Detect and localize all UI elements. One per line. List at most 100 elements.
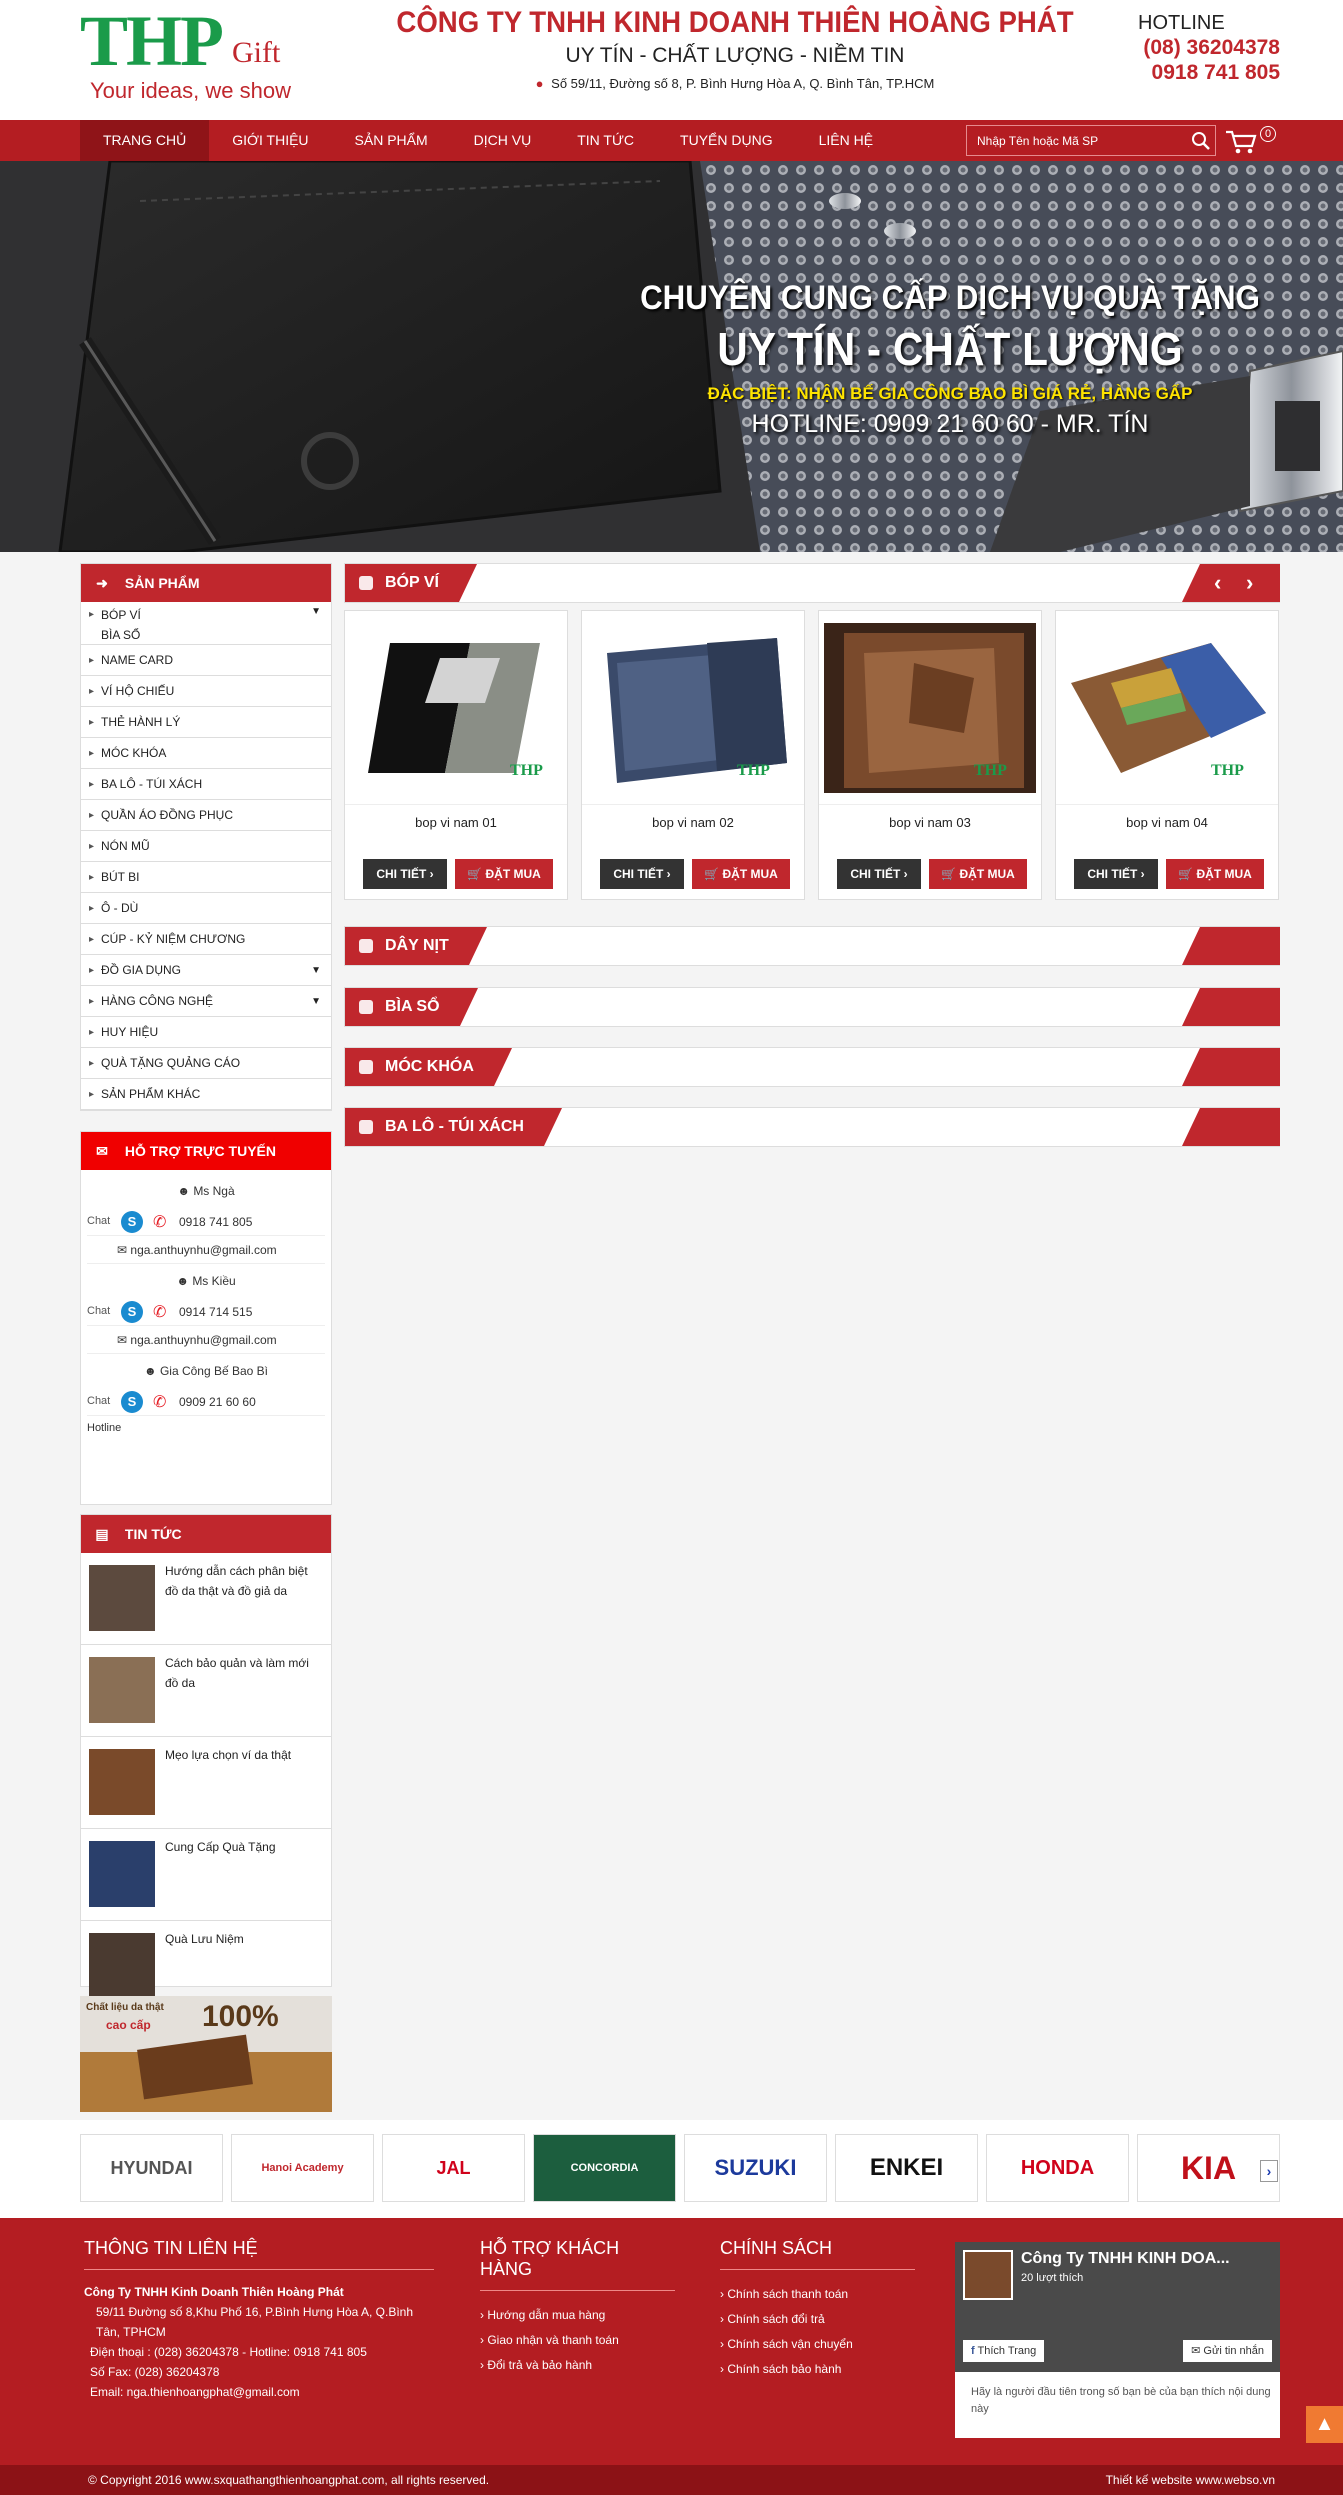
news-item[interactable]: Mẹo lựa chọn ví da thật — [81, 1737, 331, 1829]
hero-banner[interactable]: CHUYÊN CUNG CẤP DỊCH VỤ QUÀ TẶNG UY TÍN … — [0, 161, 1343, 552]
facebook-cover[interactable]: Công Ty TNHH KINH DOA... 20 lượt thích f… — [955, 2242, 1280, 2372]
footer-link[interactable]: Chính sách vận chuyển — [720, 2332, 915, 2357]
product-card[interactable]: THP bop vi nam 03 CHI TIẾT › 🛒 ĐẶT MUA — [818, 610, 1042, 900]
news-item[interactable]: Hướng dẫn cách phân biệt đồ da thật và đ… — [81, 1553, 331, 1645]
sidebar-item-quan-ao[interactable]: QUẦN ÁO ĐỒNG PHỤC — [81, 800, 331, 831]
product-detail-button[interactable]: CHI TIẾT › — [837, 859, 921, 889]
news-title[interactable]: Cung Cấp Quà Tặng — [165, 1837, 276, 1912]
sidebar-item-vi-ho-chieu[interactable]: VÍ HỘ CHIẾU — [81, 676, 331, 707]
sidebar-item-moc-khoa[interactable]: MÓC KHÓA — [81, 738, 331, 769]
footer-link[interactable]: Giao nhận và thanh toán — [480, 2328, 675, 2353]
facebook-avatar[interactable] — [963, 2250, 1013, 2300]
product-name[interactable]: bop vi nam 04 — [1056, 804, 1278, 830]
footer-link[interactable]: Đổi trả và bảo hành — [480, 2353, 675, 2378]
supporter-phone[interactable]: 0914 714 515 — [179, 1305, 252, 1319]
product-buy-button[interactable]: 🛒 ĐẶT MUA — [1166, 859, 1264, 889]
nav-item-services[interactable]: DỊCH VỤ — [451, 120, 555, 161]
nav-item-recruitment[interactable]: TUYỂN DỤNG — [657, 120, 796, 161]
facebook-page-name[interactable]: Công Ty TNHH KINH DOA... — [1021, 2250, 1230, 2268]
sidebar-item-do-gia-dung[interactable]: ĐỒ GIA DỤNG ▼ — [81, 955, 331, 986]
facebook-like-button[interactable]: f Thích Trang — [963, 2340, 1045, 2362]
news-item[interactable]: Cách bảo quản và làm mới đồ da — [81, 1645, 331, 1737]
back-to-top-button[interactable]: ▲ — [1306, 2406, 1343, 2443]
news-thumbnail[interactable] — [89, 1565, 155, 1631]
skype-icon[interactable]: S — [121, 1300, 143, 1323]
nav-item-contact[interactable]: LIÊN HỆ — [796, 120, 896, 161]
sidebar-item-o-du[interactable]: Ô - DÙ — [81, 893, 331, 924]
product-detail-button[interactable]: CHI TIẾT › — [363, 859, 447, 889]
product-image[interactable]: THP — [587, 623, 799, 793]
product-card[interactable]: THP bop vi nam 02 CHI TIẾT › 🛒 ĐẶT MUA — [581, 610, 805, 900]
search-input[interactable] — [967, 126, 1177, 155]
product-buy-button[interactable]: 🛒 ĐẶT MUA — [929, 859, 1027, 889]
search-button[interactable] — [1191, 131, 1211, 151]
partner-logo[interactable]: JAL — [382, 2134, 525, 2202]
nav-item-about[interactable]: GIỚI THIỆU — [209, 120, 331, 161]
sidebar-item-cup[interactable]: CÚP - KỶ NIỆM CHƯƠNG — [81, 924, 331, 955]
chat-button[interactable]: Chat — [87, 1306, 115, 1317]
chat-button[interactable]: Chat — [87, 1396, 115, 1407]
news-thumbnail[interactable] — [89, 1933, 155, 1999]
news-item[interactable]: Cung Cấp Quà Tặng — [81, 1829, 331, 1921]
news-title[interactable]: Mẹo lựa chọn ví da thật — [165, 1745, 291, 1820]
product-name[interactable]: bop vi nam 02 — [582, 804, 804, 830]
chat-button[interactable]: Chat — [87, 1216, 115, 1227]
partner-logo[interactable]: CONCORDIA — [533, 2134, 676, 2202]
news-title[interactable]: Quà Lưu Niệm — [165, 1929, 244, 2005]
sidebar-item-non-mu[interactable]: NÓN MŨ — [81, 831, 331, 862]
partner-logo[interactable]: SUZUKI — [684, 2134, 827, 2202]
sidebar-item-ba-lo[interactable]: BA LÔ - TÚI XÁCH — [81, 769, 331, 800]
sidebar-item-the-hanh-ly[interactable]: THẺ HÀNH LÝ — [81, 707, 331, 738]
product-buy-button[interactable]: 🛒 ĐẶT MUA — [692, 859, 790, 889]
chevron-left-icon[interactable]: ‹ — [1214, 570, 1221, 596]
designer-credit[interactable]: Thiết kế website www.webso.vn — [1106, 2465, 1275, 2495]
sidebar-ad-banner[interactable]: Chất liệu da thật cao cấp 100% — [80, 1996, 332, 2112]
cart-button[interactable]: 0 — [1224, 126, 1280, 156]
section-tab[interactable]: BÓP VÍ — [345, 564, 477, 602]
sidebar-item-qua-tang[interactable]: QUÀ TẶNG QUẢNG CÁO — [81, 1048, 331, 1079]
supporter-phone[interactable]: 0918 741 805 — [179, 1215, 252, 1229]
hotline-number-2[interactable]: 0918 741 805 — [1110, 60, 1280, 85]
nav-item-products[interactable]: SẢN PHẨM — [332, 120, 451, 161]
product-card[interactable]: THP bop vi nam 04 CHI TIẾT › 🛒 ĐẶT MUA — [1055, 610, 1279, 900]
sidebar-item-hang-cong-nghe[interactable]: HÀNG CÔNG NGHỆ ▼ — [81, 986, 331, 1017]
product-detail-button[interactable]: CHI TIẾT › — [1074, 859, 1158, 889]
section-tab[interactable]: MÓC KHÓA — [345, 1048, 512, 1086]
partner-logo[interactable]: HONDA — [986, 2134, 1129, 2202]
footer-link[interactable]: Chính sách đổi trả — [720, 2307, 915, 2332]
chevron-right-icon[interactable]: › — [1246, 570, 1253, 596]
product-image[interactable]: THP — [1061, 623, 1273, 793]
news-thumbnail[interactable] — [89, 1749, 155, 1815]
sidebar-item-bop-vi[interactable]: BÓP VÍ BÌA SỔ ▼ — [81, 602, 331, 645]
partner-logo[interactable]: HYUNDAI — [80, 2134, 223, 2202]
sidebar-item-but-bi[interactable]: BÚT BI — [81, 862, 331, 893]
site-logo[interactable]: THP Gift Your ideas, we show — [80, 1, 320, 106]
carousel-next-button[interactable]: › — [1260, 2160, 1278, 2182]
sidebar-item-name-card[interactable]: NAME CARD — [81, 645, 331, 676]
section-tab[interactable]: DÂY NỊT — [345, 927, 487, 965]
partner-logo[interactable]: Hanoi Academy — [231, 2134, 374, 2202]
product-image[interactable]: THP — [824, 623, 1036, 793]
news-thumbnail[interactable] — [89, 1841, 155, 1907]
footer-email[interactable]: Email: nga.thienhoangphat@gmail.com — [84, 2382, 434, 2402]
sidebar-item-label[interactable]: BÌA SỔ — [101, 625, 331, 645]
section-tab[interactable]: BÌA SỔ — [345, 988, 477, 1026]
skype-icon[interactable]: S — [121, 1390, 143, 1413]
product-buy-button[interactable]: 🛒 ĐẶT MUA — [455, 859, 553, 889]
footer-link[interactable]: Chính sách thanh toán — [720, 2282, 915, 2307]
skype-icon[interactable]: S — [121, 1210, 143, 1233]
supporter-email[interactable]: ✉ nga.anthuynhu@gmail.com — [87, 1326, 325, 1354]
footer-link[interactable]: Hướng dẫn mua hàng — [480, 2303, 675, 2328]
news-title[interactable]: Hướng dẫn cách phân biệt đồ da thật và đ… — [165, 1561, 323, 1636]
product-image[interactable]: THP — [350, 623, 562, 793]
facebook-message-button[interactable]: ✉ Gửi tin nhắn — [1183, 2340, 1272, 2362]
hotline-number-1[interactable]: (08) 36204378 — [1110, 35, 1280, 60]
caret-down-icon[interactable]: ▼ — [311, 602, 321, 622]
news-title[interactable]: Cách bảo quản và làm mới đồ da — [165, 1653, 323, 1728]
nav-item-home[interactable]: TRANG CHỦ — [80, 120, 210, 161]
caret-down-icon[interactable]: ▼ — [311, 955, 321, 986]
footer-link[interactable]: Chính sách bảo hành — [720, 2357, 915, 2382]
sidebar-item-huy-hieu[interactable]: HUY HIỆU — [81, 1017, 331, 1048]
nav-item-news[interactable]: TIN TỨC — [554, 120, 657, 161]
news-thumbnail[interactable] — [89, 1657, 155, 1723]
